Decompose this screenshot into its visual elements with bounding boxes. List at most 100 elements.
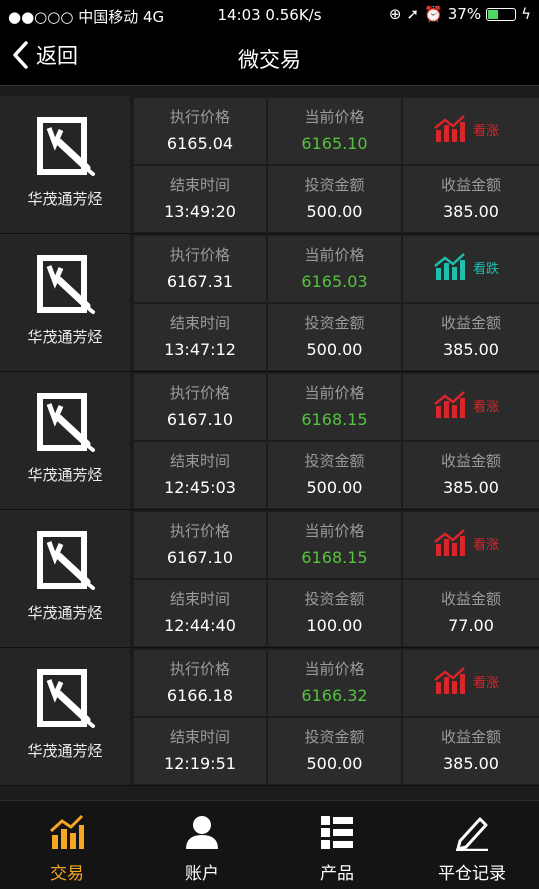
profit-label: 收益金额 <box>440 452 501 470</box>
end-time-value: 13:49:20 <box>164 202 236 221</box>
end-time-label: 结束时间 <box>169 452 230 470</box>
product-logo-icon <box>37 669 95 728</box>
alarm-icon: ⏰ <box>424 5 443 23</box>
chart-up-icon <box>49 814 84 849</box>
product-logo: 华茂通芳烃 <box>0 648 130 785</box>
product-logo-icon <box>37 117 95 176</box>
list-icon <box>321 816 353 849</box>
investment-cell: 投资金额 500.00 <box>268 166 401 232</box>
exec-price-label: 执行价格 <box>169 246 230 264</box>
direction-badge: 看涨 <box>433 666 499 696</box>
profit-cell: 收益金额 385.00 <box>403 718 539 784</box>
end-time-value: 13:47:12 <box>164 340 236 359</box>
exec-price-value: 6166.18 <box>166 686 234 705</box>
direction-cell: 看跌 <box>403 236 539 302</box>
direction-cell: 看涨 <box>403 374 539 440</box>
tab-products[interactable]: 产品 <box>270 801 404 889</box>
trend-chart-icon <box>434 115 465 142</box>
trade-row[interactable]: 华茂通芳烃 执行价格 6165.04 当前价格 6165.10 看涨 结束时间 … <box>0 96 539 234</box>
exec-price-label: 执行价格 <box>169 522 230 540</box>
direction-label: 看跌 <box>473 261 500 277</box>
investment-cell: 投资金额 500.00 <box>268 718 401 784</box>
exec-price-cell: 执行价格 6166.18 <box>134 650 266 716</box>
direction-cell: 看涨 <box>403 650 539 716</box>
profit-cell: 收益金额 385.00 <box>403 442 539 508</box>
investment-label: 投资金额 <box>304 176 365 194</box>
page-title: 微交易 <box>238 48 301 72</box>
trend-chart-icon <box>434 667 465 694</box>
battery-percent: 37% <box>447 5 482 23</box>
current-price-label: 当前价格 <box>304 246 365 264</box>
direction-cell: 看涨 <box>403 98 539 164</box>
trend-chart-icon <box>434 391 465 418</box>
current-price-label: 当前价格 <box>304 522 365 540</box>
direction-cell: 看涨 <box>403 512 539 578</box>
trade-row[interactable]: 华茂通芳烃 执行价格 6167.10 当前价格 6168.15 看涨 结束时间 … <box>0 510 539 648</box>
end-time-value: 12:44:40 <box>164 616 236 635</box>
tab-trade[interactable]: 交易 <box>0 801 134 889</box>
direction-label: 看涨 <box>473 675 500 691</box>
product-logo-icon <box>37 531 95 590</box>
profit-cell: 收益金额 77.00 <box>403 580 539 646</box>
direction-label: 看涨 <box>473 399 500 415</box>
tab-close-records[interactable]: 平仓记录 <box>405 801 539 889</box>
exec-price-value: 6165.04 <box>166 134 234 153</box>
battery-icon <box>486 7 517 21</box>
product-name: 华茂通芳烃 <box>27 604 103 622</box>
investment-value: 500.00 <box>306 478 363 497</box>
profit-value: 77.00 <box>448 616 494 635</box>
exec-price-cell: 执行价格 6165.04 <box>134 98 266 164</box>
current-price-value: 6165.10 <box>301 134 368 153</box>
exec-price-cell: 执行价格 6167.10 <box>134 374 266 440</box>
investment-label: 投资金额 <box>304 314 365 332</box>
trend-chart-icon <box>434 253 465 280</box>
investment-cell: 投资金额 500.00 <box>268 304 401 370</box>
investment-value: 500.00 <box>306 202 363 221</box>
tab-account[interactable]: 账户 <box>135 801 269 889</box>
current-price-cell: 当前价格 6168.15 <box>268 374 401 440</box>
direction-badge: 看涨 <box>433 528 499 558</box>
direction-label: 看涨 <box>473 537 500 553</box>
investment-cell: 投资金额 500.00 <box>268 442 401 508</box>
product-logo-icon <box>37 393 95 452</box>
end-time-cell: 结束时间 12:44:40 <box>134 580 266 646</box>
trade-row[interactable]: 华茂通芳烃 执行价格 6167.10 当前价格 6168.15 看涨 结束时间 … <box>0 372 539 510</box>
direction-label: 看涨 <box>473 123 500 139</box>
profit-label: 收益金额 <box>440 176 501 194</box>
end-time-label: 结束时间 <box>169 590 230 608</box>
product-logo: 华茂通芳烃 <box>0 510 130 647</box>
tab-label: 产品 <box>320 864 354 884</box>
exec-price-label: 执行价格 <box>169 660 230 678</box>
product-name: 华茂通芳烃 <box>27 328 103 346</box>
end-time-value: 12:45:03 <box>164 478 236 497</box>
current-price-value: 6166.32 <box>301 686 368 705</box>
current-price-cell: 当前价格 6166.32 <box>268 650 401 716</box>
profit-cell: 收益金额 385.00 <box>403 304 539 370</box>
tab-label: 账户 <box>185 864 219 884</box>
end-time-label: 结束时间 <box>169 176 230 194</box>
end-time-value: 12:19:51 <box>164 754 236 773</box>
profit-label: 收益金额 <box>440 728 501 746</box>
current-price-cell: 当前价格 6165.10 <box>268 98 401 164</box>
trade-row[interactable]: 华茂通芳烃 执行价格 6166.18 当前价格 6166.32 看涨 结束时间 … <box>0 648 539 786</box>
profit-value: 385.00 <box>443 340 499 359</box>
direction-badge: 看涨 <box>433 390 499 420</box>
current-price-cell: 当前价格 6165.03 <box>268 236 401 302</box>
investment-label: 投资金额 <box>304 590 365 608</box>
end-time-label: 结束时间 <box>169 314 230 332</box>
exec-price-value: 6167.10 <box>166 548 234 567</box>
end-time-cell: 结束时间 12:45:03 <box>134 442 266 508</box>
end-time-cell: 结束时间 13:49:20 <box>134 166 266 232</box>
product-logo: 华茂通芳烃 <box>0 96 130 233</box>
trend-chart-icon <box>434 529 465 556</box>
direction-badge: 看跌 <box>433 252 499 282</box>
product-logo: 华茂通芳烃 <box>0 234 130 371</box>
investment-value: 100.00 <box>306 616 363 635</box>
investment-value: 500.00 <box>306 754 363 773</box>
profit-value: 385.00 <box>443 478 499 497</box>
trade-row[interactable]: 华茂通芳烃 执行价格 6167.31 当前价格 6165.03 看跌 结束时间 … <box>0 234 539 372</box>
tab-label: 平仓记录 <box>438 864 506 884</box>
investment-cell: 投资金额 100.00 <box>268 580 401 646</box>
current-price-cell: 当前价格 6168.15 <box>268 512 401 578</box>
current-price-value: 6168.15 <box>301 548 368 567</box>
